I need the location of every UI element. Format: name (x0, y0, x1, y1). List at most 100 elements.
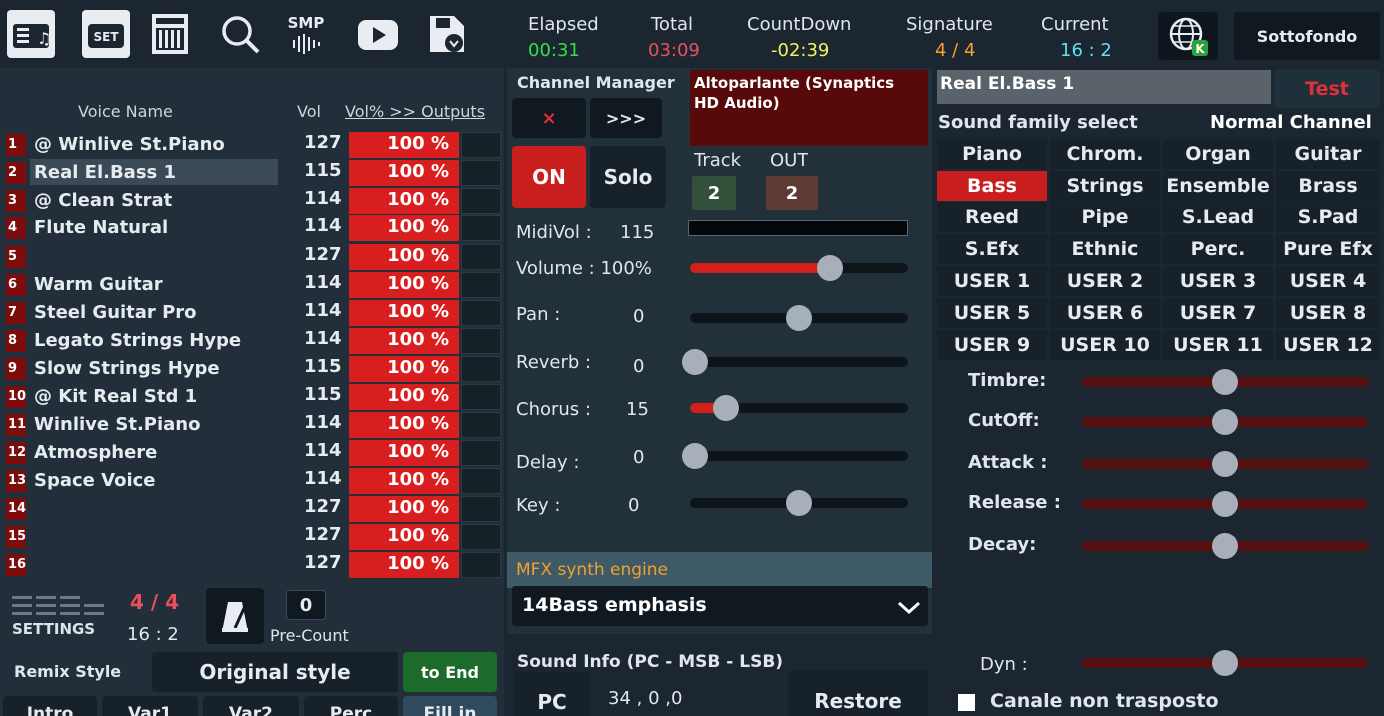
intro-button[interactable]: Intro (3, 696, 97, 716)
param-knob[interactable] (1212, 533, 1238, 559)
voice-volume[interactable]: 127 (304, 524, 342, 545)
volume-knob[interactable] (816, 255, 843, 281)
voice-output-percent[interactable]: 100 % (349, 132, 459, 158)
perc-button[interactable]: Perc (304, 696, 398, 716)
voice-volume[interactable]: 115 (304, 160, 342, 181)
fill-in-button[interactable]: Fill in (403, 696, 497, 716)
param-knob[interactable] (1212, 409, 1238, 435)
voice-output-percent[interactable]: 100 % (349, 328, 459, 354)
save-icon[interactable] (422, 10, 470, 58)
family-user-4[interactable]: USER 4 (1276, 266, 1380, 296)
pc-button[interactable]: PC (514, 672, 590, 716)
remix-style-value[interactable]: Original style (152, 652, 398, 692)
family-pipe[interactable]: Pipe (1050, 202, 1160, 232)
voice-row[interactable]: 13 Space Voice 114 100 % (4, 467, 501, 495)
restore-button[interactable]: Restore (788, 670, 928, 716)
family-user-8[interactable]: USER 8 (1276, 298, 1380, 328)
chorus-slider[interactable] (690, 395, 908, 421)
family-user-6[interactable]: USER 6 (1050, 298, 1160, 328)
family-ensemble[interactable]: Ensemble (1163, 171, 1273, 201)
family-guitar[interactable]: Guitar (1276, 139, 1380, 169)
param-slider[interactable] (1082, 451, 1368, 477)
voice-row[interactable]: 1 @ Winlive St.Piano 127 100 % (4, 131, 501, 159)
voice-output-percent[interactable]: 100 % (349, 524, 459, 550)
voice-row[interactable]: 4 Flute Natural 114 100 % (4, 214, 501, 242)
voice-volume[interactable]: 114 (304, 300, 342, 321)
family-piano[interactable]: Piano (937, 139, 1047, 169)
family-organ[interactable]: Organ (1163, 139, 1273, 169)
family-user-9[interactable]: USER 9 (937, 330, 1047, 360)
voice-volume[interactable]: 127 (304, 496, 342, 517)
reverb-slider[interactable] (682, 349, 908, 375)
family-ethnic[interactable]: Ethnic (1050, 234, 1160, 264)
key-slider[interactable] (690, 490, 908, 516)
non-transposed-checkbox[interactable] (958, 694, 975, 711)
reverb-knob[interactable] (682, 349, 708, 375)
test-button[interactable]: Test (1274, 70, 1380, 108)
family-pure-efx[interactable]: Pure Efx (1276, 234, 1380, 264)
globe-icon[interactable]: K (1158, 12, 1218, 60)
songlist-icon[interactable]: ♫ (7, 10, 55, 58)
family-chrom[interactable]: Chrom. (1050, 139, 1160, 169)
mfx-dropdown[interactable]: 14Bass emphasis (512, 586, 928, 626)
precount-value[interactable]: 0 (286, 590, 326, 620)
family-s-pad[interactable]: S.Pad (1276, 202, 1380, 232)
voice-volume[interactable]: 114 (304, 440, 342, 461)
voice-row[interactable]: 10 @ Kit Real Std 1 115 100 % (4, 383, 501, 411)
outputs-header[interactable]: Vol% >> Outputs (345, 102, 485, 121)
keyboard-icon[interactable] (146, 10, 194, 58)
voice-output-percent[interactable]: 100 % (349, 300, 459, 326)
voice-row[interactable]: 16 127 100 % (4, 551, 501, 579)
voice-row[interactable]: 7 Steel Guitar Pro 114 100 % (4, 299, 501, 327)
voice-row[interactable]: 12 Atmosphere 114 100 % (4, 439, 501, 467)
voice-volume[interactable]: 114 (304, 272, 342, 293)
delay-slider[interactable] (682, 443, 908, 469)
voice-output-percent[interactable]: 100 % (349, 552, 459, 578)
voice-volume[interactable]: 127 (304, 132, 342, 153)
youtube-icon[interactable] (354, 10, 402, 58)
smp-icon[interactable]: SMP (282, 10, 330, 58)
voice-output-percent[interactable]: 100 % (349, 272, 459, 298)
voice-volume[interactable]: 114 (304, 412, 342, 433)
voice-output-percent[interactable]: 100 % (349, 356, 459, 382)
volume-slider[interactable] (690, 255, 908, 281)
param-knob[interactable] (1212, 369, 1238, 395)
param-slider[interactable] (1082, 533, 1368, 559)
voice-row[interactable]: 14 127 100 % (4, 495, 501, 523)
voice-volume[interactable]: 114 (304, 468, 342, 489)
voice-volume[interactable]: 127 (304, 244, 342, 265)
family-reed[interactable]: Reed (937, 202, 1047, 232)
family-user-10[interactable]: USER 10 (1050, 330, 1160, 360)
pan-slider[interactable] (690, 305, 908, 331)
voice-volume[interactable]: 114 (304, 328, 342, 349)
family-user-3[interactable]: USER 3 (1163, 266, 1273, 296)
param-knob[interactable] (1212, 451, 1238, 477)
delay-knob[interactable] (682, 443, 708, 469)
voice-output-percent[interactable]: 100 % (349, 215, 459, 241)
voice-row[interactable]: 5 127 100 % (4, 243, 501, 271)
close-button[interactable]: × (512, 98, 586, 138)
dyn-slider[interactable] (1082, 650, 1368, 676)
voice-output-percent[interactable]: 100 % (349, 468, 459, 494)
var1-button[interactable]: Var1 (102, 696, 198, 716)
family-s-efx[interactable]: S.Efx (937, 234, 1047, 264)
family-bass[interactable]: Bass (937, 171, 1047, 201)
voice-row[interactable]: 2 Real El.Bass 1 115 100 % (4, 159, 501, 187)
voice-output-percent[interactable]: 100 % (349, 384, 459, 410)
to-end-button[interactable]: to End (403, 652, 497, 692)
voice-volume[interactable]: 115 (304, 384, 342, 405)
output-device[interactable]: Altoparlante (Synaptics HD Audio) (690, 70, 928, 146)
param-slider[interactable] (1082, 369, 1368, 395)
var2-button[interactable]: Var2 (203, 696, 299, 716)
dyn-knob[interactable] (1212, 650, 1238, 676)
voice-output-percent[interactable]: 100 % (349, 188, 459, 214)
param-slider[interactable] (1082, 409, 1368, 435)
family-user-7[interactable]: USER 7 (1163, 298, 1273, 328)
sottofondo-button[interactable]: Sottofondo (1234, 12, 1380, 60)
metronome-icon[interactable] (206, 588, 264, 644)
voice-volume[interactable]: 115 (304, 356, 342, 377)
family-strings[interactable]: Strings (1050, 171, 1160, 201)
settings-button[interactable]: SETTINGS (6, 588, 124, 648)
voice-volume[interactable]: 114 (304, 215, 342, 236)
voice-output-percent[interactable]: 100 % (349, 440, 459, 466)
